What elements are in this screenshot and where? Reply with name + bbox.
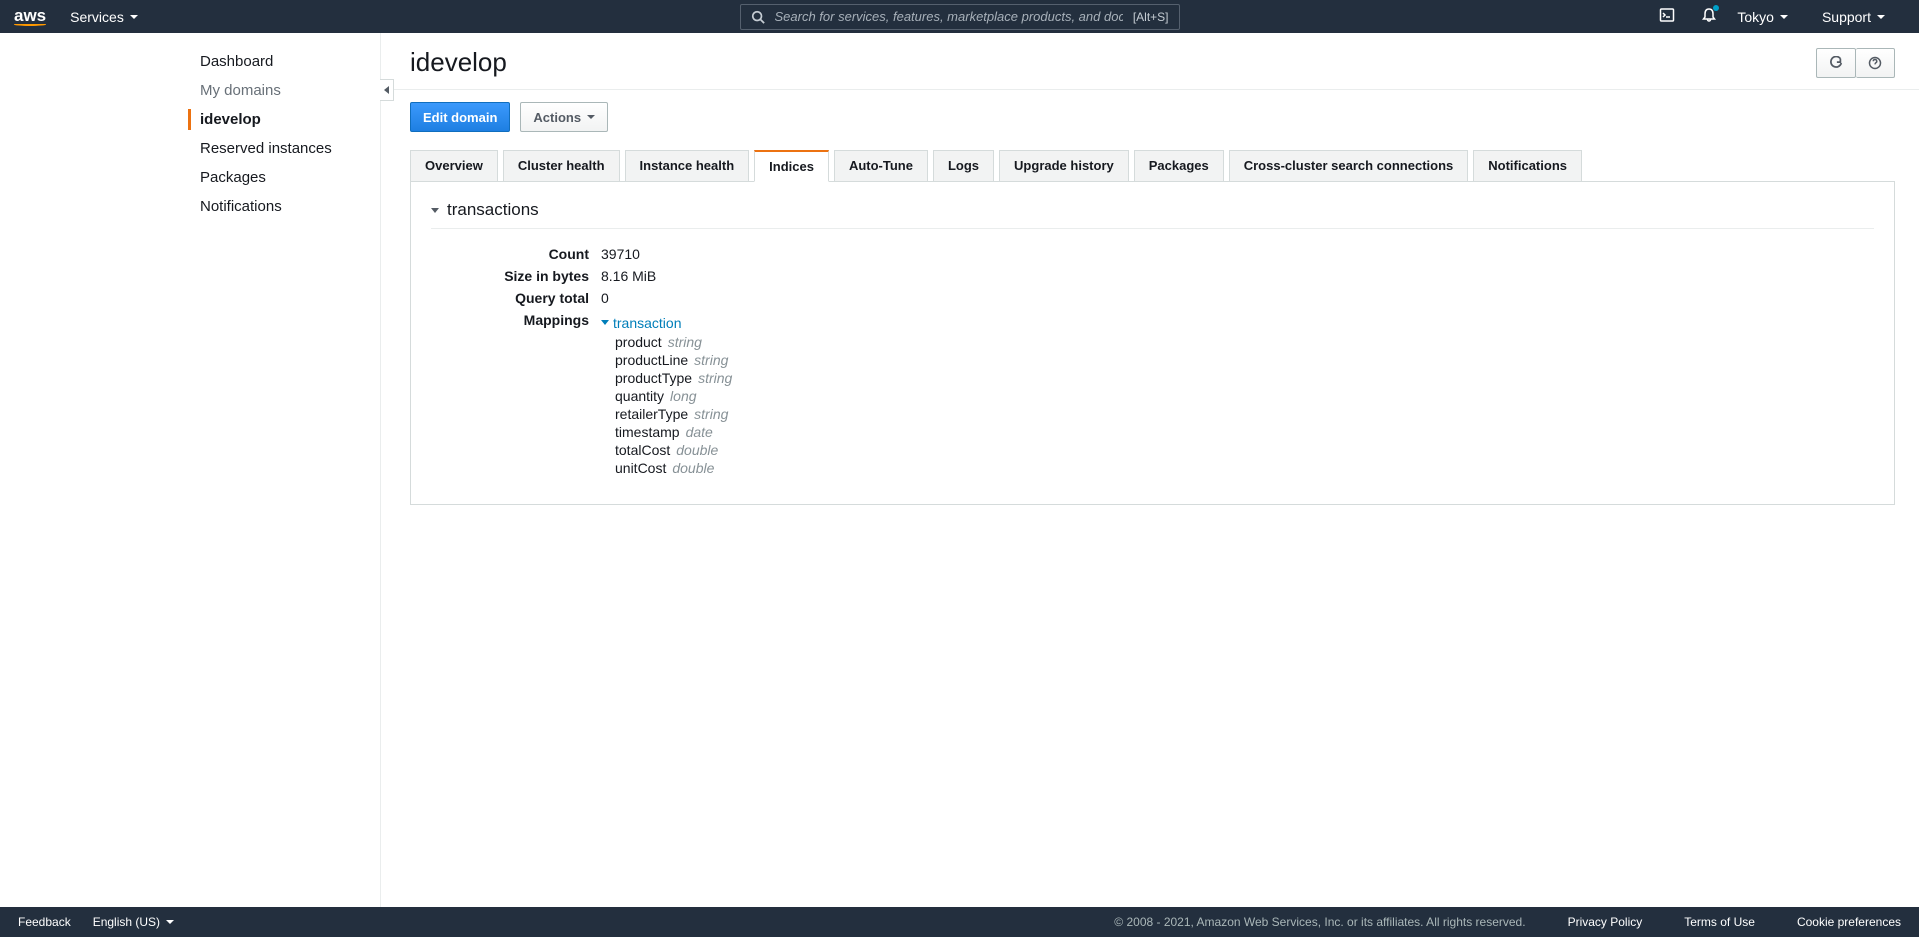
feedback-link[interactable]: Feedback	[18, 915, 71, 929]
caret-down-icon	[601, 320, 609, 325]
chevron-down-icon	[587, 115, 595, 119]
mapping-field: productLine string	[615, 351, 1874, 369]
mappings-label: Mappings	[431, 312, 601, 477]
mapping-field: retailerType string	[615, 405, 1874, 423]
tab[interactable]: Indices	[754, 150, 829, 182]
sidebar-item[interactable]: idevelop	[188, 105, 380, 134]
services-menu[interactable]: Services	[70, 9, 138, 25]
actions-menu-button[interactable]: Actions	[520, 102, 608, 132]
caret-down-icon	[431, 208, 439, 213]
mapping-field-name: unitCost	[615, 460, 666, 476]
notifications-icon[interactable]	[1701, 7, 1717, 26]
mapping-field-type: string	[668, 334, 702, 350]
mapping-field-name: productLine	[615, 352, 688, 368]
index-toggle[interactable]: transactions	[431, 196, 1874, 229]
cloudshell-icon[interactable]	[1659, 7, 1675, 26]
tab[interactable]: Upgrade history	[999, 150, 1129, 182]
chevron-down-icon	[130, 15, 138, 19]
mapping-field-name: productType	[615, 370, 692, 386]
count-label: Count	[431, 246, 601, 262]
tab[interactable]: Notifications	[1473, 150, 1582, 182]
footer: Feedback English (US) © 2008 - 2021, Ama…	[0, 907, 1919, 937]
mapping-field-name: retailerType	[615, 406, 688, 422]
privacy-link[interactable]: Privacy Policy	[1568, 915, 1643, 929]
collapse-sidebar-button[interactable]	[380, 79, 394, 101]
region-menu[interactable]: Tokyo	[1737, 9, 1788, 25]
sidebar-divider	[380, 33, 394, 907]
language-label: English (US)	[93, 915, 160, 929]
chevron-down-icon	[1780, 15, 1788, 19]
tab[interactable]: Auto-Tune	[834, 150, 928, 182]
mapping-field-name: totalCost	[615, 442, 670, 458]
mapping-field-name: quantity	[615, 388, 664, 404]
main-content: idevelop Edit domain Actions	[394, 33, 1919, 907]
edit-domain-button[interactable]: Edit domain	[410, 102, 510, 132]
actions-label: Actions	[533, 110, 581, 125]
support-menu[interactable]: Support	[1822, 9, 1885, 25]
sidebar-item[interactable]: Dashboard	[200, 47, 380, 76]
tab[interactable]: Cross-cluster search connections	[1229, 150, 1469, 182]
mapping-field-type: double	[676, 442, 718, 458]
sidebar-item[interactable]: Packages	[200, 163, 380, 192]
mapping-field-type: double	[672, 460, 714, 476]
index-name: transactions	[447, 200, 539, 220]
mapping-field-type: long	[670, 388, 696, 404]
sidebar: DashboardMy domainsidevelopReserved inst…	[0, 33, 380, 907]
terms-link[interactable]: Terms of Use	[1684, 915, 1755, 929]
support-label: Support	[1822, 9, 1871, 25]
tabs: OverviewCluster healthInstance healthInd…	[410, 150, 1895, 182]
help-button[interactable]	[1856, 48, 1895, 78]
global-search[interactable]: [Alt+S]	[740, 4, 1180, 30]
chevron-down-icon	[166, 920, 174, 924]
tab[interactable]: Packages	[1134, 150, 1224, 182]
top-nav: aws Services [Alt+S] Tokyo Support	[0, 0, 1919, 33]
mapping-field-type: string	[698, 370, 732, 386]
mapping-field-name: product	[615, 334, 662, 350]
tab[interactable]: Cluster health	[503, 150, 620, 182]
mapping-field: unitCost double	[615, 459, 1874, 477]
refresh-button[interactable]	[1816, 48, 1856, 78]
language-menu[interactable]: English (US)	[93, 915, 174, 929]
notification-dot-icon	[1713, 5, 1719, 11]
refresh-icon	[1829, 56, 1843, 70]
copyright: © 2008 - 2021, Amazon Web Services, Inc.…	[1114, 915, 1525, 929]
search-icon	[751, 10, 765, 24]
query-total-value: 0	[601, 290, 1874, 306]
region-label: Tokyo	[1737, 9, 1774, 25]
mapping-field-type: date	[686, 424, 713, 440]
cookie-link[interactable]: Cookie preferences	[1797, 915, 1901, 929]
mapping-type-name: transaction	[613, 315, 681, 331]
mapping-field: product string	[615, 333, 1874, 351]
mapping-field: quantity long	[615, 387, 1874, 405]
tab[interactable]: Overview	[410, 150, 498, 182]
mapping-field-type: string	[694, 406, 728, 422]
aws-logo[interactable]: aws	[14, 7, 46, 26]
mapping-field-type: string	[694, 352, 728, 368]
services-label: Services	[70, 9, 124, 25]
chevron-down-icon	[1877, 15, 1885, 19]
help-icon	[1868, 56, 1882, 70]
mapping-field: productType string	[615, 369, 1874, 387]
tab[interactable]: Instance health	[625, 150, 750, 182]
size-label: Size in bytes	[431, 268, 601, 284]
size-value: 8.16 MiB	[601, 268, 1874, 284]
search-shortcut: [Alt+S]	[1133, 10, 1169, 24]
sidebar-item[interactable]: Reserved instances	[200, 134, 380, 163]
tab[interactable]: Logs	[933, 150, 994, 182]
page-title: idevelop	[410, 47, 507, 78]
count-value: 39710	[601, 246, 1874, 262]
mapping-field-name: timestamp	[615, 424, 680, 440]
sidebar-item[interactable]: Notifications	[200, 192, 380, 221]
query-total-label: Query total	[431, 290, 601, 306]
indices-panel: transactions Count 39710 Size in bytes 8…	[410, 181, 1895, 505]
sidebar-item[interactable]: My domains	[200, 76, 380, 105]
mapping-type-toggle[interactable]: transaction	[601, 315, 681, 331]
mapping-field: timestamp date	[615, 423, 1874, 441]
chevron-left-icon	[384, 86, 389, 94]
mapping-field: totalCost double	[615, 441, 1874, 459]
search-input[interactable]	[775, 9, 1123, 24]
